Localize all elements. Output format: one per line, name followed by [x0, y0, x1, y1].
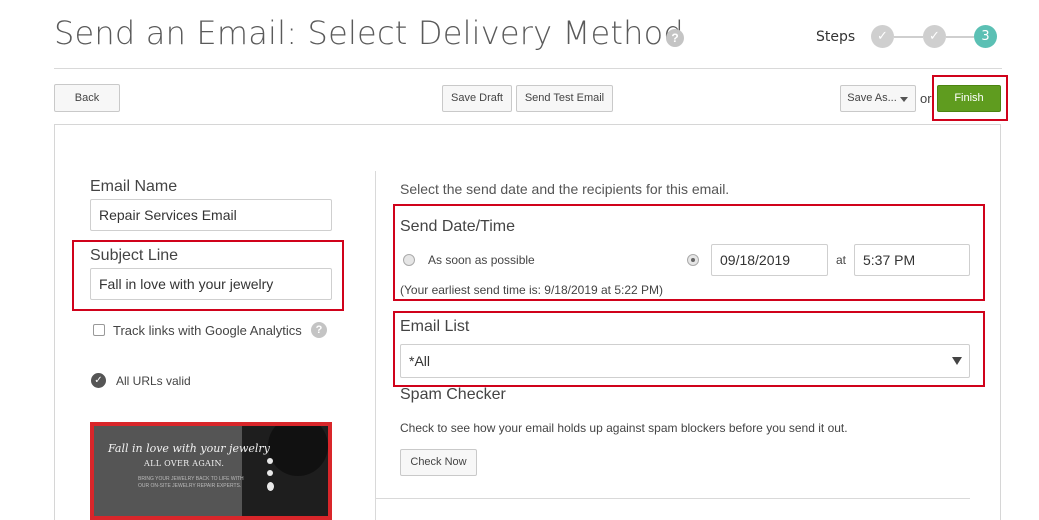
- preview-headline: Fall in love with your jewelry: [108, 442, 270, 455]
- column-divider: [375, 171, 376, 520]
- email-list-label: Email List: [400, 318, 470, 335]
- subject-line-field[interactable]: Fall in love with your jewelry: [90, 268, 332, 300]
- subject-line-label: Subject Line: [90, 247, 179, 264]
- email-name-label: Email Name: [90, 178, 178, 195]
- pearl-earring-icon: [267, 470, 273, 476]
- step-2-complete-icon[interactable]: ✓: [923, 25, 946, 48]
- check-now-button[interactable]: Check Now: [400, 449, 477, 476]
- asap-radio[interactable]: [403, 254, 415, 266]
- step-3-current: 3: [974, 25, 997, 48]
- spam-checker-label: Spam Checker: [400, 386, 506, 403]
- hair-shape: [268, 426, 328, 476]
- save-draft-button[interactable]: Save Draft: [442, 85, 512, 112]
- at-label: at: [836, 253, 847, 267]
- chevron-down-icon: [952, 357, 962, 365]
- scheduled-radio[interactable]: [687, 254, 699, 266]
- preview-photo: [242, 426, 328, 516]
- intro-text: Select the send date and the recipients …: [400, 181, 730, 197]
- send-date-field[interactable]: 09/18/2019: [711, 244, 828, 276]
- help-icon[interactable]: ?: [666, 29, 684, 47]
- email-name-field[interactable]: Repair Services Email: [90, 199, 332, 231]
- save-as-label: Save As...: [847, 92, 897, 104]
- preview-body-text: BRING YOUR JEWELRY BACK TO LIFE WITH OUR…: [138, 476, 244, 489]
- help-icon[interactable]: ?: [311, 322, 327, 338]
- send-time-field[interactable]: 5:37 PM: [854, 244, 970, 276]
- save-as-dropdown[interactable]: Save As...: [840, 85, 916, 112]
- or-text: or: [920, 91, 932, 106]
- track-links-checkbox[interactable]: [93, 324, 105, 336]
- asap-label[interactable]: As soon as possible: [428, 253, 535, 267]
- preview-background: [94, 426, 242, 516]
- send-date-label: Send Date/Time: [400, 218, 516, 235]
- back-button[interactable]: Back: [54, 84, 120, 112]
- step-connector: [894, 36, 923, 38]
- pearl-earring-icon: [267, 458, 273, 464]
- step-connector: [946, 36, 974, 38]
- preview-subline: ALL OVER AGAIN.: [144, 459, 225, 468]
- step-1-complete-icon[interactable]: ✓: [871, 25, 894, 48]
- steps-label: Steps: [816, 29, 856, 45]
- email-list-select[interactable]: *All: [400, 344, 970, 378]
- send-test-email-button[interactable]: Send Test Email: [516, 85, 613, 112]
- earliest-send-time-note: (Your earliest send time is: 9/18/2019 a…: [400, 283, 664, 297]
- email-list-value: *All: [409, 353, 431, 369]
- email-preview-thumbnail[interactable]: Fall in love with your jewelry ALL OVER …: [90, 422, 332, 520]
- spam-checker-description: Check to see how your email holds up aga…: [400, 421, 848, 435]
- check-circle-icon: ✓: [91, 373, 106, 388]
- pearl-earring-icon: [267, 482, 274, 491]
- all-urls-valid-label: All URLs valid: [116, 374, 191, 388]
- section-divider: [376, 498, 970, 499]
- chevron-down-icon: [900, 97, 908, 102]
- track-links-label[interactable]: Track links with Google Analytics: [113, 323, 302, 338]
- finish-button[interactable]: Finish: [937, 85, 1001, 112]
- page-title: Send an Email: Select Delivery Method: [54, 14, 684, 52]
- header-divider: [54, 68, 1002, 69]
